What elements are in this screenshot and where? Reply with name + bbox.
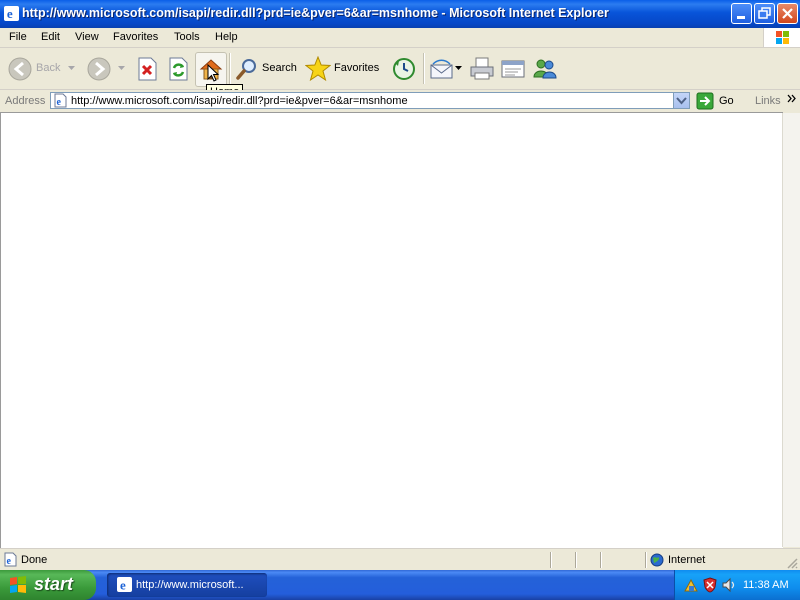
search-label: Search (262, 62, 297, 74)
speaker-tray-icon[interactable] (721, 577, 737, 593)
stop-button[interactable] (134, 55, 160, 82)
restore-button[interactable] (754, 3, 775, 24)
history-clock-icon (393, 58, 415, 80)
address-input[interactable]: e http://www.microsoft.com/isapi/redir.d… (50, 92, 690, 109)
standard-toolbar: Back Search Favorites (0, 48, 800, 90)
favorites-button[interactable]: Favorites (304, 55, 384, 82)
messenger-button[interactable] (531, 55, 559, 82)
back-arrow-icon (8, 57, 32, 81)
page-icon: e (54, 93, 67, 108)
go-label: Go (719, 95, 734, 107)
windows-flag-icon (776, 31, 789, 44)
minimize-button[interactable] (731, 3, 752, 24)
messenger-people-icon (533, 59, 557, 79)
windows-flag-icon (10, 576, 26, 593)
menu-edit[interactable]: Edit (41, 31, 60, 43)
favorites-label: Favorites (334, 62, 380, 74)
network-tray-icon[interactable] (683, 577, 699, 593)
close-icon (782, 8, 793, 19)
start-label: start (34, 574, 74, 594)
mail-envelope-icon (430, 59, 453, 79)
page-status-icon: e (4, 552, 17, 567)
forward-button[interactable] (86, 55, 128, 82)
chevron-right-icon[interactable] (787, 94, 797, 104)
chevron-down-icon (676, 97, 687, 105)
address-dropdown-button[interactable] (673, 93, 689, 108)
minimize-icon (737, 16, 745, 19)
mail-dropdown-icon (455, 66, 462, 70)
taskbar-ie-window-button[interactable]: e http://www.microsoft... (107, 573, 267, 597)
taskbar-window-label: http://www.microsoft... (136, 579, 244, 591)
menu-view[interactable]: View (75, 31, 99, 43)
security-shield-tray-icon[interactable] (702, 577, 718, 593)
close-button[interactable] (777, 3, 798, 24)
window-title: http://www.microsoft.com/isapi/redir.dll… (22, 6, 609, 20)
status-divider (645, 552, 647, 568)
restore-icon (758, 7, 771, 19)
status-divider (575, 552, 577, 568)
mail-button[interactable] (428, 55, 464, 82)
forward-arrow-icon (87, 57, 111, 81)
toolbar-separator (423, 53, 425, 84)
taskbar: start e http://www.microsoft... 11:38 AM (0, 570, 800, 600)
toolbar-separator (229, 53, 231, 84)
status-bar: e Done Internet (0, 548, 800, 571)
edit-document-icon (501, 60, 525, 78)
go-arrow-icon (696, 92, 714, 110)
ie-app-icon: e (117, 577, 132, 592)
resize-grip-icon[interactable] (786, 557, 798, 569)
printer-icon (470, 57, 494, 80)
status-divider (600, 552, 602, 568)
address-url-text: http://www.microsoft.com/isapi/redir.dll… (71, 95, 408, 107)
refresh-button[interactable] (165, 55, 191, 82)
back-dropdown-icon (68, 66, 75, 70)
search-magnifier-icon (236, 59, 256, 80)
clock: 11:38 AM (743, 579, 789, 591)
menu-help[interactable]: Help (215, 31, 238, 43)
links-button[interactable]: Links (755, 95, 781, 107)
start-button[interactable]: start (0, 570, 96, 600)
svg-text:e: e (7, 556, 12, 567)
menu-bar: File Edit View Favorites Tools Help (0, 28, 800, 48)
security-zone-label: Internet (668, 554, 706, 566)
edit-button[interactable] (499, 55, 527, 82)
refresh-icon (169, 57, 188, 81)
menu-tools[interactable]: Tools (174, 31, 200, 43)
address-bar: Address e http://www.microsoft.com/isapi… (0, 90, 800, 112)
menu-file[interactable]: File (9, 31, 27, 43)
search-button[interactable]: Search (234, 55, 300, 82)
back-button[interactable]: Back (6, 55, 82, 82)
back-label: Back (36, 62, 61, 74)
internet-globe-icon (650, 553, 664, 567)
svg-text:e: e (57, 97, 62, 108)
status-divider (550, 552, 552, 568)
address-label: Address (5, 95, 46, 107)
svg-text:e: e (120, 578, 126, 593)
mouse-cursor-icon (207, 64, 220, 82)
system-tray: 11:38 AM (674, 570, 800, 600)
page-content[interactable] (0, 112, 783, 548)
vertical-scrollbar[interactable] (782, 113, 800, 547)
print-button[interactable] (468, 55, 496, 82)
forward-dropdown-icon (118, 66, 125, 70)
ie-app-icon: e (4, 6, 19, 21)
status-text: Done (21, 554, 48, 566)
favorites-star-icon (305, 56, 331, 82)
menu-favorites[interactable]: Favorites (113, 31, 158, 43)
home-button[interactable] (195, 52, 227, 87)
history-button[interactable] (390, 55, 418, 82)
title-bar[interactable]: e http://www.microsoft.com/isapi/redir.d… (0, 0, 800, 28)
windows-flag-logo (763, 28, 800, 47)
stop-icon (138, 57, 157, 81)
svg-text:e: e (7, 6, 13, 21)
